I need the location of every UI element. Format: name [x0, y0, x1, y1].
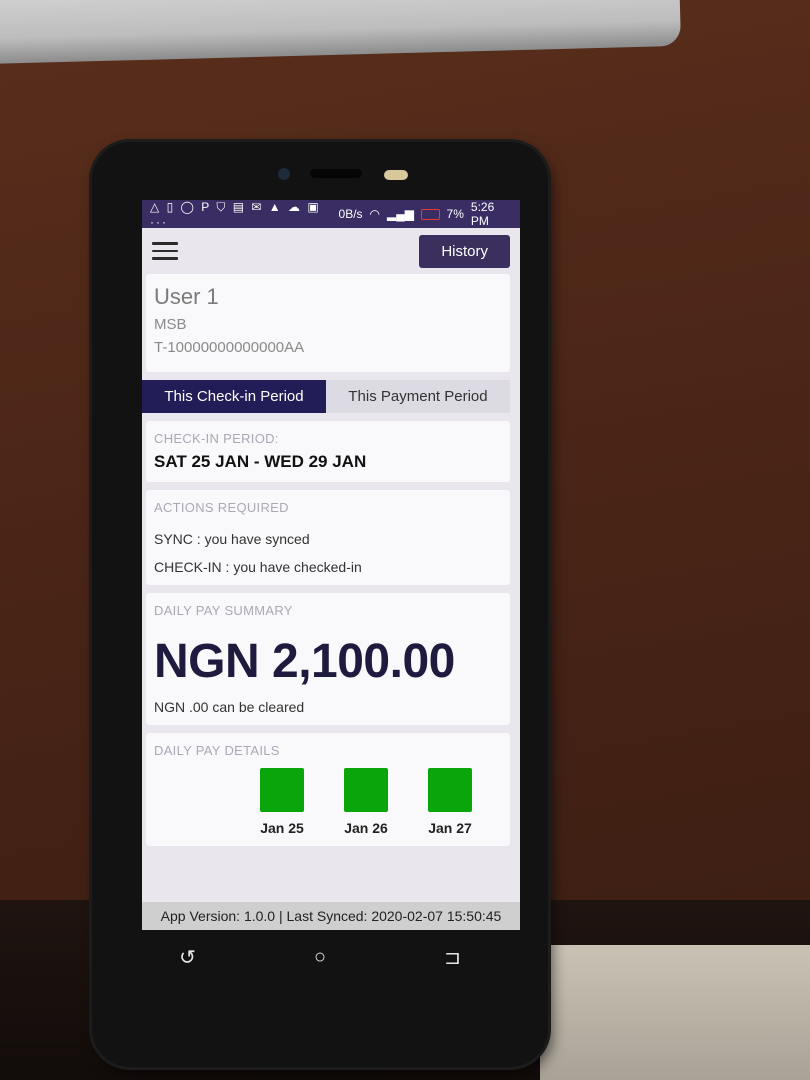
user-card: User 1 MSB T-10000000000000AA	[146, 274, 510, 372]
details-card: DAILY PAY DETAILS Jan 25 Jan 26 Jan 27	[146, 733, 510, 846]
battery-percent: 7%	[446, 207, 464, 221]
signal-icon: ▂▄▆	[387, 207, 414, 221]
tab-check-in-period[interactable]: This Check-in Period	[142, 380, 326, 413]
status-bar: △ ▯ ◯ P ⛉ ▤ ✉ ▲ ☁ ▣ ··· 0B/s ◠ ▂▄▆ 7% 5:…	[142, 200, 520, 229]
back-icon[interactable]: ↺	[179, 945, 196, 970]
notification-icons: △ ▯ ◯ P ⛉ ▤ ✉ ▲ ☁ ▣ ···	[150, 200, 321, 229]
laptop-edge	[0, 0, 681, 65]
data-rate: 0B/s	[338, 207, 363, 221]
day-label: Jan 26	[344, 820, 388, 836]
front-camera	[278, 168, 290, 180]
day-status-box	[428, 768, 472, 812]
recents-icon[interactable]: ⊐	[444, 945, 461, 970]
action-checkin: CHECK-IN : you have checked-in	[154, 559, 362, 575]
user-org: MSB	[154, 316, 187, 333]
actions-label: ACTIONS REQUIRED	[154, 500, 289, 515]
android-nav-bar: ↺ ○ ⊐	[120, 935, 520, 980]
status-right: 0B/s ◠ ▂▄▆ 7% 5:26 PM	[339, 200, 512, 228]
menu-icon[interactable]	[152, 242, 178, 260]
checkin-period-label: CHECK-IN PERIOD:	[154, 431, 279, 446]
wifi-icon: ◠	[369, 207, 381, 221]
app-bar: History	[142, 228, 520, 274]
checkin-period-card: CHECK-IN PERIOD: SAT 25 JAN - WED 29 JAN	[146, 421, 510, 482]
day-item[interactable]: Jan 27	[428, 768, 472, 836]
home-icon[interactable]: ○	[314, 946, 326, 969]
clock: 5:26 PM	[470, 200, 495, 228]
tab-payment-period[interactable]: This Payment Period	[326, 380, 510, 413]
earpiece-speaker	[310, 169, 362, 178]
pay-amount: NGN 2,100.00	[154, 635, 455, 688]
user-name: User 1	[154, 284, 219, 309]
summary-label: DAILY PAY SUMMARY	[154, 603, 293, 618]
day-status-box	[344, 768, 388, 812]
history-button[interactable]: History	[419, 234, 510, 268]
app-version-footer: App Version: 1.0.0 | Last Synced: 2020-0…	[142, 902, 520, 930]
battery-icon	[421, 208, 440, 220]
user-id: T-10000000000000AA	[154, 339, 305, 356]
action-sync: SYNC : you have synced	[154, 531, 310, 547]
details-label: DAILY PAY DETAILS	[154, 743, 280, 758]
clearable-amount: NGN .00 can be cleared	[154, 699, 305, 715]
summary-card: DAILY PAY SUMMARY NGN 2,100.00 NGN .00 c…	[146, 593, 510, 725]
day-item[interactable]: Jan 25	[260, 768, 304, 836]
paper-sheet	[540, 945, 810, 1080]
front-flash	[384, 170, 408, 180]
checkin-period-value: SAT 25 JAN - WED 29 JAN	[154, 452, 367, 471]
phone-screen: △ ▯ ◯ P ⛉ ▤ ✉ ▲ ☁ ▣ ··· 0B/s ◠ ▂▄▆ 7% 5:…	[142, 200, 520, 930]
actions-card: ACTIONS REQUIRED SYNC : you have synced …	[146, 490, 510, 585]
day-item[interactable]: Jan 26	[344, 768, 388, 836]
period-tabs: This Check-in Period This Payment Period	[142, 380, 510, 413]
day-list: Jan 25 Jan 26 Jan 27	[154, 768, 502, 836]
day-status-box	[260, 768, 304, 812]
day-label: Jan 25	[260, 820, 304, 836]
day-label: Jan 27	[428, 820, 472, 836]
